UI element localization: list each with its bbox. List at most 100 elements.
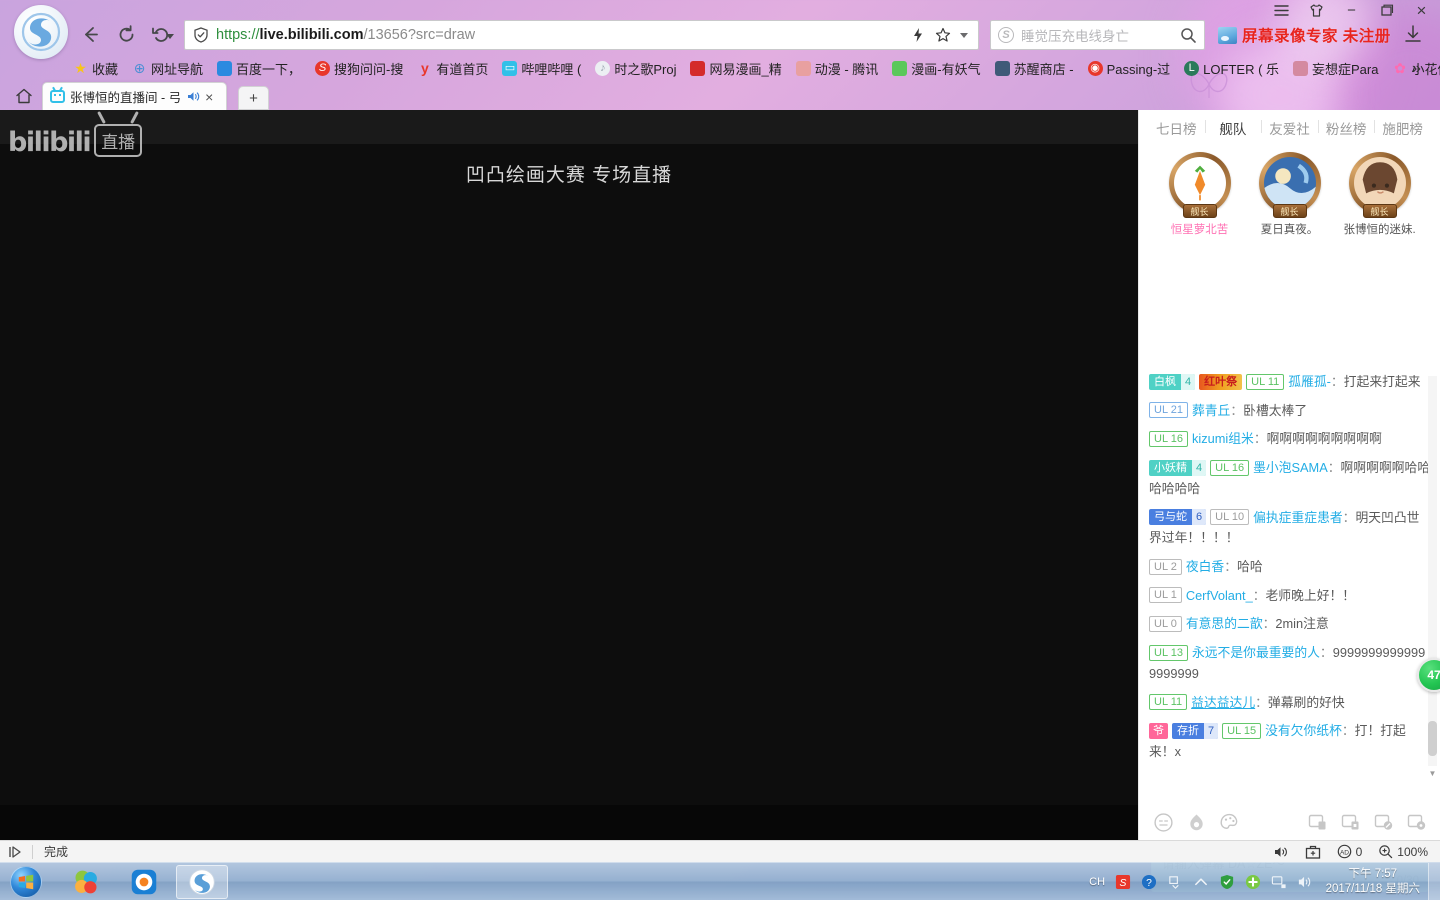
taskbar-clock[interactable]: 下午 7:57 2017/11/18 星期六 <box>1318 867 1428 897</box>
bookmark-label: 有道首页 <box>436 61 489 77</box>
chat-username[interactable]: 益达益达儿 <box>1191 695 1255 710</box>
palette-icon[interactable] <box>1219 812 1240 833</box>
bookmark-item[interactable]: ◉ Passing-过 <box>1081 57 1178 79</box>
lightning-icon[interactable] <box>910 27 926 43</box>
user-level-badge: UL 16 <box>1210 459 1250 476</box>
captain-item[interactable]: 舰长 张博恒的迷妹.. <box>1344 152 1416 237</box>
taskbar-item-pps[interactable] <box>118 865 170 899</box>
rank-tab[interactable]: 友爱社 <box>1261 118 1318 138</box>
status-speaker-icon[interactable] <box>1273 845 1289 859</box>
refresh-button[interactable] <box>114 22 138 46</box>
captain-plate: 舰长 <box>1182 204 1217 218</box>
chat-username[interactable]: 孤雁孤- <box>1288 374 1331 389</box>
download-icon[interactable] <box>1404 24 1422 44</box>
bookmark-item[interactable]: 动漫 - 腾讯 <box>789 57 886 79</box>
search-box[interactable]: S 睡觉压充电线身亡 <box>990 20 1205 50</box>
captain-item[interactable]: 舰长 夏日真夜。 <box>1254 152 1326 237</box>
emoji-icon[interactable] <box>1153 812 1174 833</box>
bookmark-item[interactable]: 网易漫画_精 <box>683 57 788 79</box>
scrollbar-thumb[interactable] <box>1428 721 1437 756</box>
close-button[interactable]: × <box>1413 1 1430 20</box>
rank-tab[interactable]: 施肥榜 <box>1374 118 1431 138</box>
chat-text: 哈哈 <box>1237 559 1263 575</box>
home-icon[interactable] <box>14 86 34 106</box>
ime-indicator[interactable]: CH <box>1089 873 1106 890</box>
captain-item[interactable]: 舰长 恒星萝北苦 <box>1164 152 1236 237</box>
rank-tab[interactable]: 粉丝榜 <box>1317 118 1375 138</box>
plus-green-icon[interactable] <box>1245 873 1262 890</box>
fire-icon[interactable] <box>1186 812 1207 833</box>
chat-username[interactable]: 葬青丘 <box>1192 403 1230 418</box>
search-input[interactable]: 睡觉压充电线身亡 <box>1021 25 1129 45</box>
volume-icon[interactable] <box>1297 873 1314 890</box>
history-caret-icon[interactable] <box>165 33 174 39</box>
bookmark-item[interactable]: 妄想症Para <box>1286 57 1385 79</box>
fan-medal-level: 7 <box>1204 722 1219 739</box>
back-button[interactable] <box>78 22 102 46</box>
chat-username[interactable]: 没有欠你纸杯 <box>1265 723 1342 738</box>
scrollbar-down-arrow-icon[interactable]: ▼ <box>1428 769 1437 778</box>
taskbar-item-sogou-browser[interactable] <box>176 864 228 899</box>
bookmark-item[interactable]: ▭ 哔哩哔哩 ( <box>495 57 588 79</box>
taskbar-item-kingsoft[interactable] <box>60 865 112 899</box>
show-desktop-button[interactable] <box>1428 862 1440 900</box>
expand-icon[interactable] <box>1167 873 1184 890</box>
rank-tab[interactable]: 七日榜 <box>1148 118 1205 138</box>
maximize-button[interactable] <box>1378 2 1395 19</box>
search-engine-icon[interactable]: S <box>998 27 1014 43</box>
history-button[interactable] <box>150 22 174 46</box>
chat-username[interactable]: kizumi组米 <box>1192 431 1254 446</box>
tab-audio-icon[interactable] <box>186 90 200 103</box>
user-level-badge: UL 21 <box>1149 402 1188 419</box>
captain-plate: 舰长 <box>1272 204 1307 218</box>
bookmark-item[interactable]: 百度一下， <box>210 57 308 79</box>
chat-username[interactable]: 夜白香 <box>1186 559 1224 574</box>
gift-lock-icon[interactable] <box>1341 813 1361 832</box>
status-zoom-item[interactable]: 100% <box>1378 844 1428 859</box>
bookmark-item[interactable]: S 搜狗问问-搜 <box>308 57 410 79</box>
status-play-icon[interactable] <box>0 845 32 859</box>
gift-trash-icon[interactable] <box>1308 813 1328 832</box>
minimize-button[interactable]: − <box>1343 2 1360 19</box>
status-adblock-item[interactable]: AD 0 <box>1337 844 1362 859</box>
chat-username[interactable]: 墨小泡SAMA <box>1253 460 1328 475</box>
address-bar[interactable]: https://live.bilibili.com/13656?src=draw <box>184 20 979 50</box>
svg-text:S: S <box>1120 877 1127 888</box>
new-tab-button[interactable]: + <box>238 86 269 110</box>
video-player[interactable]: bilibili 直播 凹凸绘画大赛 专场直播 人是活的，你没有卡，就是黑屏 微… <box>0 110 1138 840</box>
search-icon[interactable] <box>1180 27 1197 44</box>
tab-close-icon[interactable]: × <box>205 90 213 104</box>
address-dropdown-caret-icon[interactable] <box>960 32 968 38</box>
skin-shirt-icon[interactable] <box>1308 2 1325 19</box>
bookmark-item[interactable]: ★ 收藏 <box>66 57 125 79</box>
start-button[interactable] <box>0 864 52 900</box>
chat-separator: ： <box>1319 645 1333 661</box>
sogou-ime-icon[interactable]: S <box>1115 873 1132 890</box>
bookmark-item[interactable]: 苏醒商店 - <box>988 57 1081 79</box>
chat-username[interactable]: 有意思的二歆 <box>1186 616 1263 631</box>
shield-green-icon[interactable] <box>1219 873 1236 890</box>
bookmark-item[interactable]: y 有道首页 <box>410 57 495 79</box>
gift-edit-icon[interactable] <box>1374 813 1394 832</box>
bookmark-item[interactable]: ♪ 时之歌Proj <box>588 57 683 79</box>
network-icon[interactable] <box>1271 873 1288 890</box>
bookmark-item[interactable]: L LOFTER ( 乐 <box>1177 57 1286 79</box>
bookmarks-overflow-button[interactable]: » <box>1412 60 1421 78</box>
tab-bilibili-live[interactable]: 张博恒的直播间 - 弓 × <box>42 82 227 110</box>
scrollbar-track[interactable] <box>1428 376 1437 766</box>
chat-username[interactable]: CerfVolant_ <box>1186 588 1253 603</box>
help-icon[interactable]: ? <box>1141 873 1158 890</box>
chat-username[interactable]: 永远不是你最重要的人 <box>1192 645 1320 660</box>
fan-medal-badge: 弓与蛇 6 <box>1149 509 1207 526</box>
status-toolbox-icon[interactable] <box>1305 845 1321 859</box>
menu-hamburger-icon[interactable] <box>1273 2 1290 19</box>
rank-tab[interactable]: 舰队 <box>1204 118 1262 138</box>
chat-username[interactable]: 偏执症重症患者 <box>1253 510 1343 525</box>
chevron-up-icon[interactable] <box>1193 873 1210 890</box>
gift-add-icon[interactable] <box>1407 813 1427 832</box>
chat-scrollbar[interactable]: ▼ <box>1428 376 1437 778</box>
bookmark-item[interactable]: ⊕ 网址导航 <box>125 57 210 79</box>
fan-medal-name: 弓与蛇 <box>1154 511 1187 524</box>
star-bookmark-icon[interactable] <box>935 27 951 43</box>
bookmark-item[interactable]: 漫画-有妖气 <box>885 57 987 79</box>
